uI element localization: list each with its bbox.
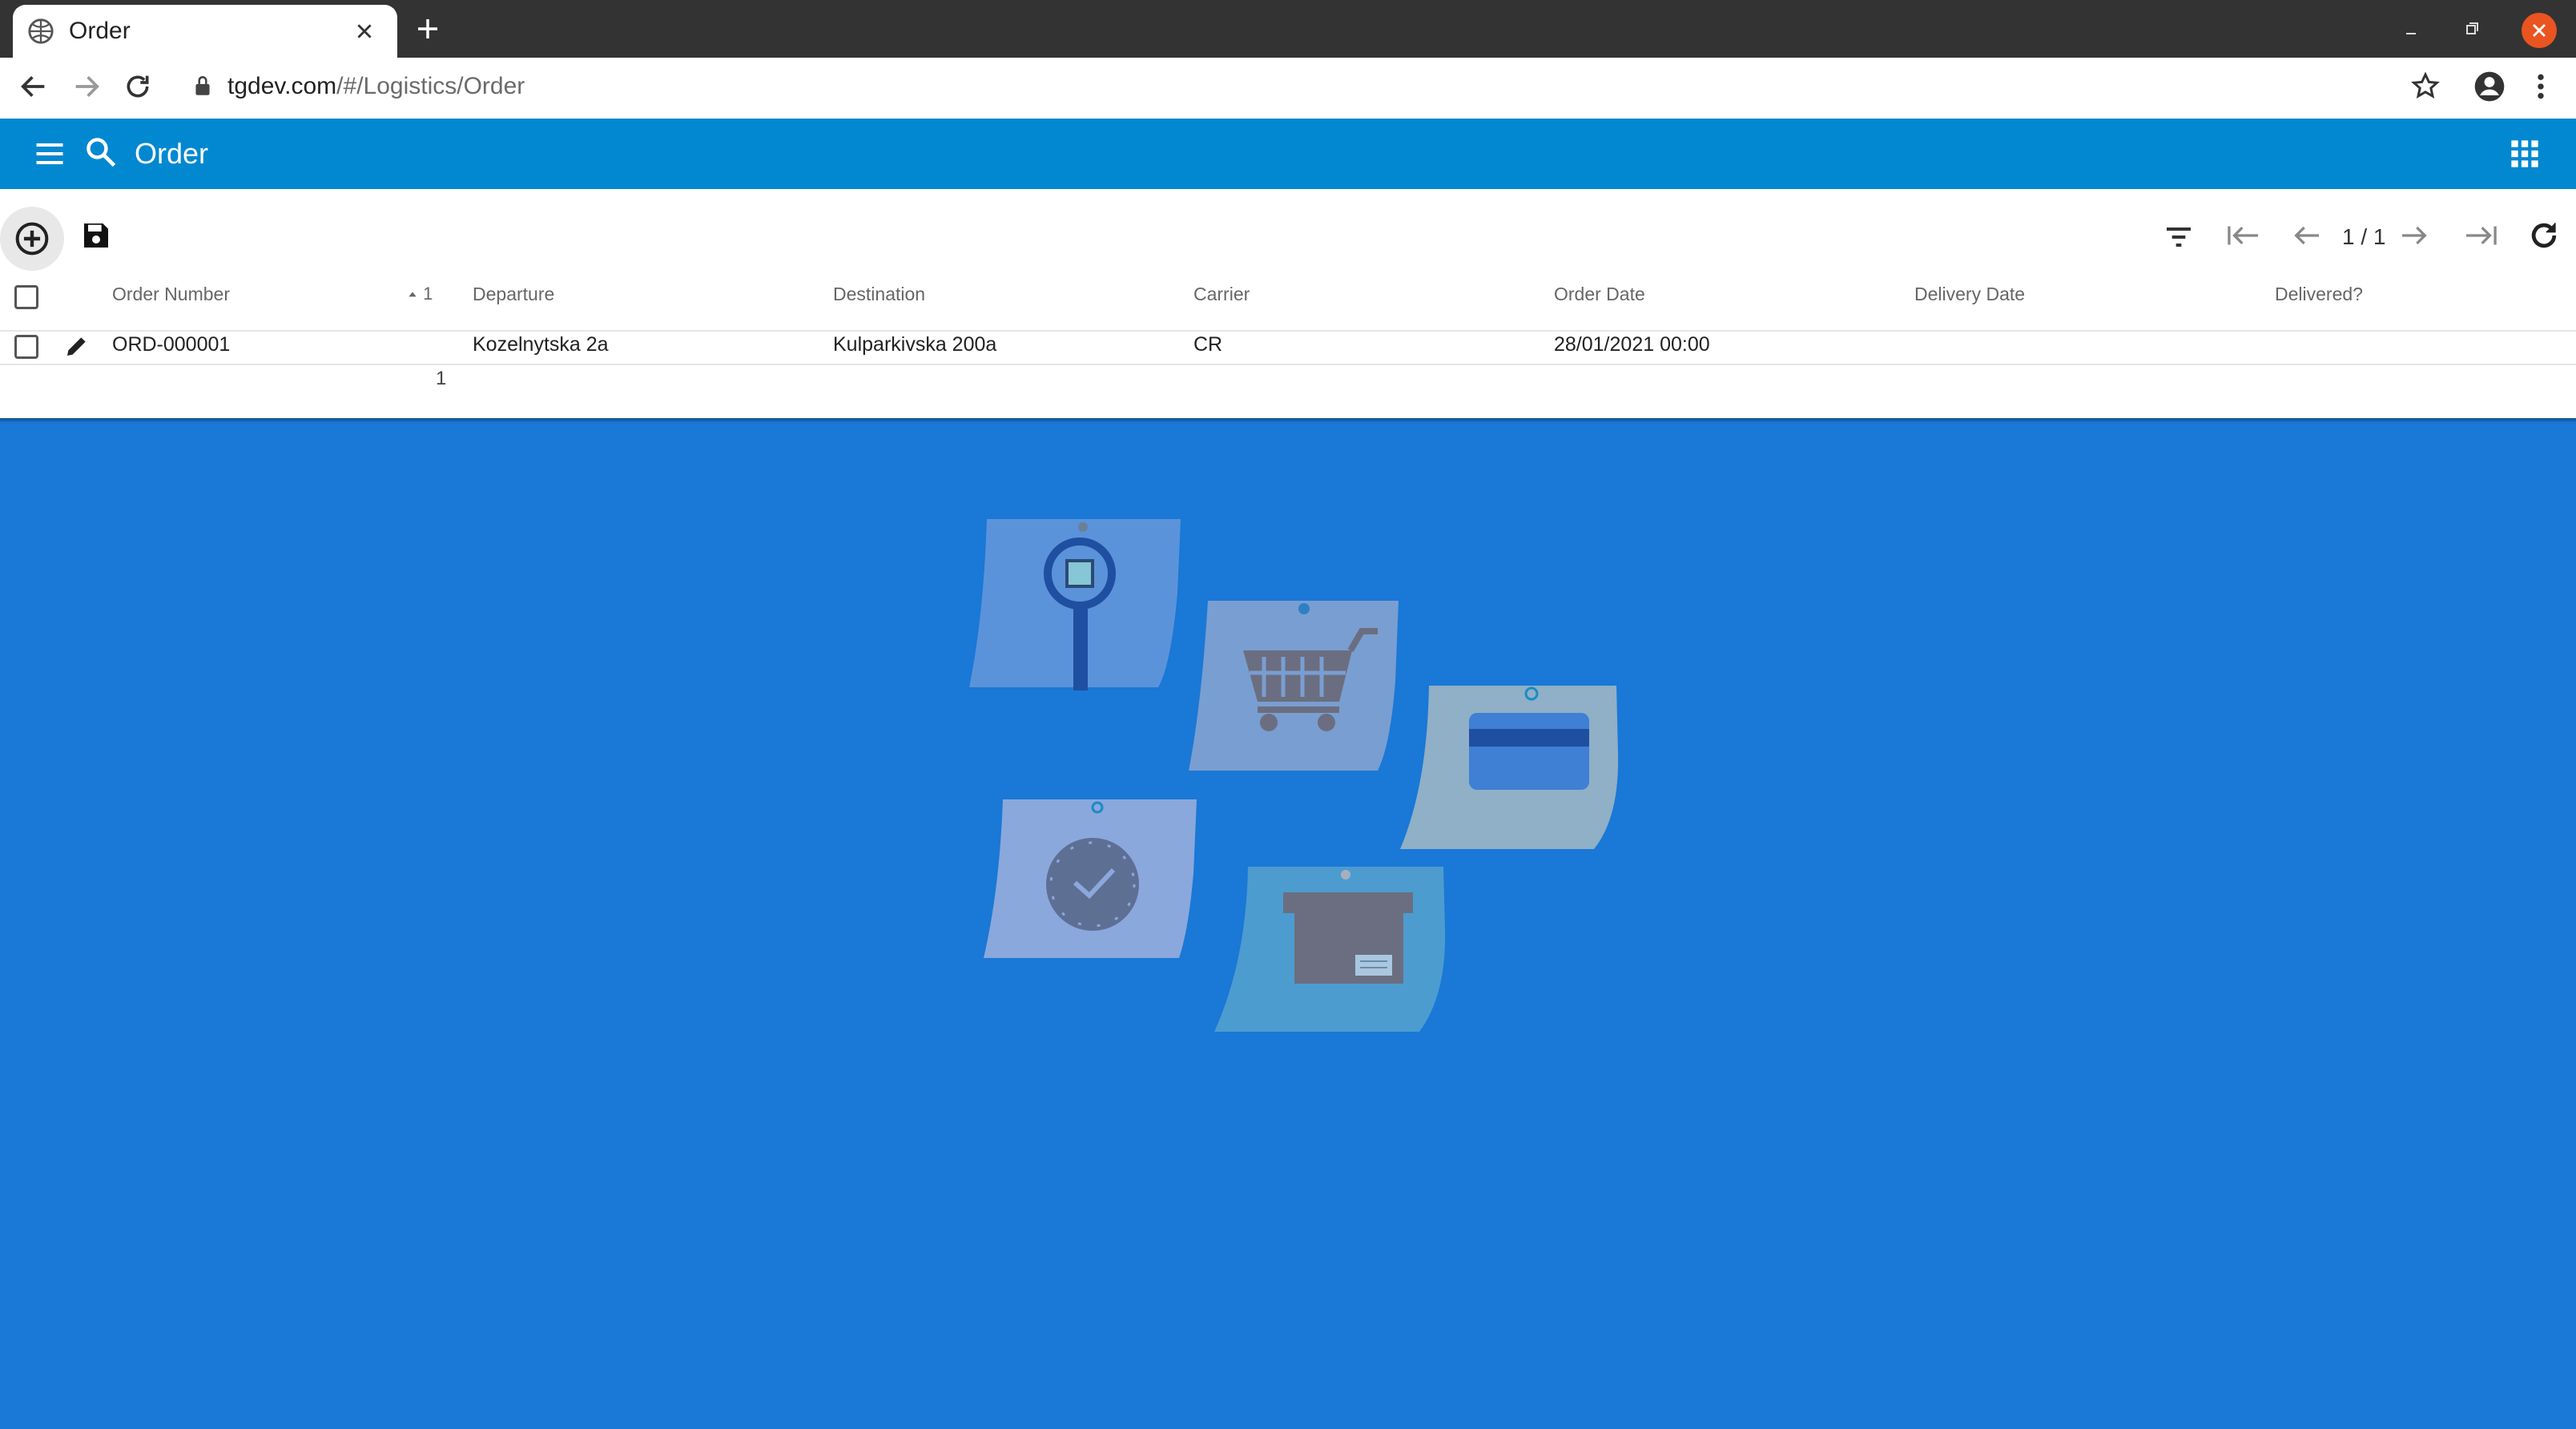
col-header-destination[interactable]: Destination	[833, 282, 925, 306]
col-header-order-number[interactable]: Order Number	[112, 282, 230, 306]
plus-icon[interactable]	[415, 16, 441, 42]
next-page-icon[interactable]	[2398, 219, 2430, 252]
search-icon[interactable]	[83, 135, 119, 170]
edit-pencil-icon[interactable]	[64, 333, 90, 359]
col-header-departure[interactable]: Departure	[473, 282, 554, 306]
cell-departure[interactable]: Kozelnytska 2a	[473, 332, 609, 357]
app-header: Order	[0, 119, 2576, 189]
col-header-carrier[interactable]: Carrier	[1193, 282, 1250, 306]
col-header-delivered[interactable]: Delivered?	[2275, 282, 2363, 306]
panel-shadow	[0, 418, 2576, 423]
window-close-button[interactable]	[2522, 13, 2557, 48]
magnifier-note	[969, 519, 1181, 690]
sort-indicator: 1	[407, 282, 433, 306]
cart-note	[1189, 601, 1399, 771]
add-circle-icon	[15, 222, 49, 256]
cell-carrier[interactable]: CR	[1193, 332, 1222, 357]
col-header-order-date[interactable]: Order Date	[1554, 282, 1645, 306]
col-header-delivery-date[interactable]: Delivery Date	[1914, 282, 2025, 306]
url-path: /#/Logistics/Order	[336, 73, 525, 99]
restore-icon[interactable]	[2462, 19, 2481, 38]
url-host: tgdev.com	[227, 73, 337, 99]
add-button[interactable]	[0, 207, 64, 271]
filter-icon[interactable]	[2163, 221, 2195, 253]
browser-toolbar: tgdev.com/#/Logistics/Order	[0, 58, 2576, 119]
refresh-icon[interactable]	[2526, 218, 2562, 253]
sort-asc-icon	[409, 292, 417, 297]
lock-icon[interactable]	[192, 74, 213, 98]
grid-panel: 1 / 1 Order Number 1 Departure Destinati…	[0, 189, 2576, 421]
clock-note	[984, 799, 1197, 958]
close-icon[interactable]	[354, 21, 375, 42]
kebab-menu-icon[interactable]	[2531, 70, 2550, 103]
back-arrow-icon[interactable]	[18, 70, 50, 103]
prev-page-icon[interactable]	[2291, 219, 2323, 252]
address-bar[interactable]: tgdev.com/#/Logistics/Order	[227, 70, 525, 103]
page-indicator: 1 / 1	[2342, 224, 2386, 249]
header-divider	[0, 330, 2576, 332]
row-divider	[0, 364, 2576, 365]
browser-tab[interactable]: Order	[13, 5, 397, 58]
tab-title: Order	[69, 18, 131, 44]
apps-grid-icon[interactable]	[2509, 138, 2541, 170]
last-page-icon[interactable]	[2462, 219, 2499, 252]
sort-order: 1	[423, 284, 433, 304]
cell-order-number[interactable]: ORD-000001	[112, 332, 230, 357]
credit-card-note	[1400, 686, 1619, 849]
row-count: 1	[436, 368, 447, 389]
globe-icon	[27, 18, 54, 45]
cell-destination[interactable]: Kulparkivska 200a	[833, 332, 996, 357]
hamburger-menu-icon[interactable]	[32, 136, 67, 171]
cell-order-date[interactable]: 28/01/2021 00:00	[1554, 332, 1710, 357]
save-icon[interactable]	[80, 219, 112, 252]
reload-icon[interactable]	[122, 70, 154, 103]
select-all-checkbox[interactable]	[14, 285, 38, 309]
browser-tabstrip: Order	[0, 0, 2576, 58]
star-icon[interactable]	[2409, 70, 2441, 103]
empty-state-illustration	[961, 513, 1634, 1057]
first-page-icon[interactable]	[2225, 219, 2262, 252]
page-title: Order	[135, 137, 209, 170]
account-icon[interactable]	[2472, 69, 2507, 104]
row-checkbox[interactable]	[14, 335, 38, 359]
forward-arrow-icon[interactable]	[70, 70, 103, 103]
minimize-icon[interactable]	[2401, 19, 2421, 38]
box-note	[1214, 867, 1446, 1032]
